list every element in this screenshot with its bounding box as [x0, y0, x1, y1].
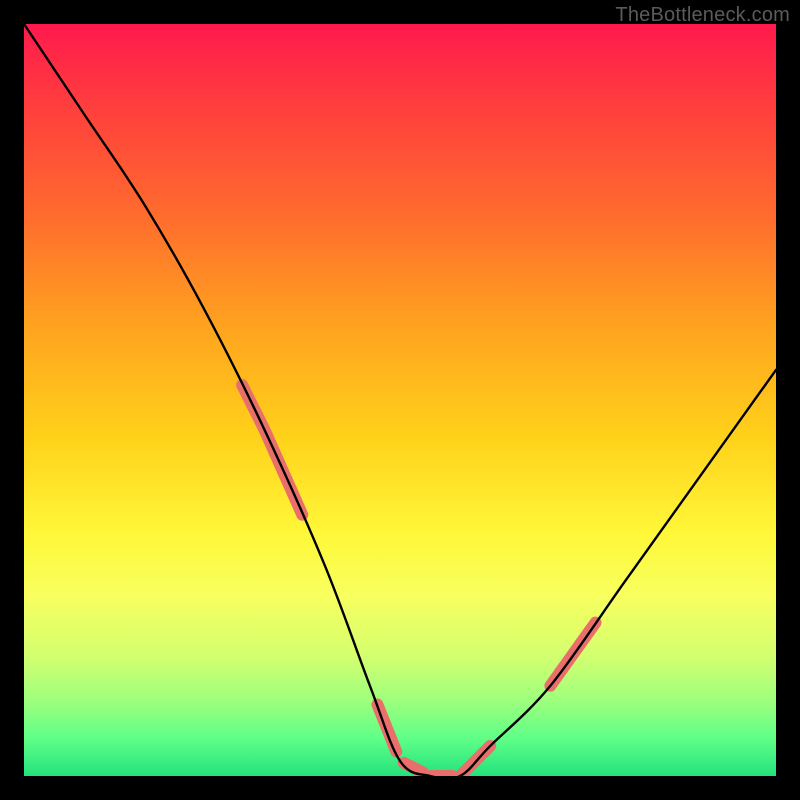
- curve-layer: [24, 24, 776, 776]
- watermark-text: TheBottleneck.com: [615, 4, 790, 27]
- plot-area: [24, 24, 776, 776]
- bottleneck-curve: [24, 24, 776, 776]
- chart-frame: TheBottleneck.com: [0, 0, 800, 800]
- highlight-segments: [242, 385, 595, 776]
